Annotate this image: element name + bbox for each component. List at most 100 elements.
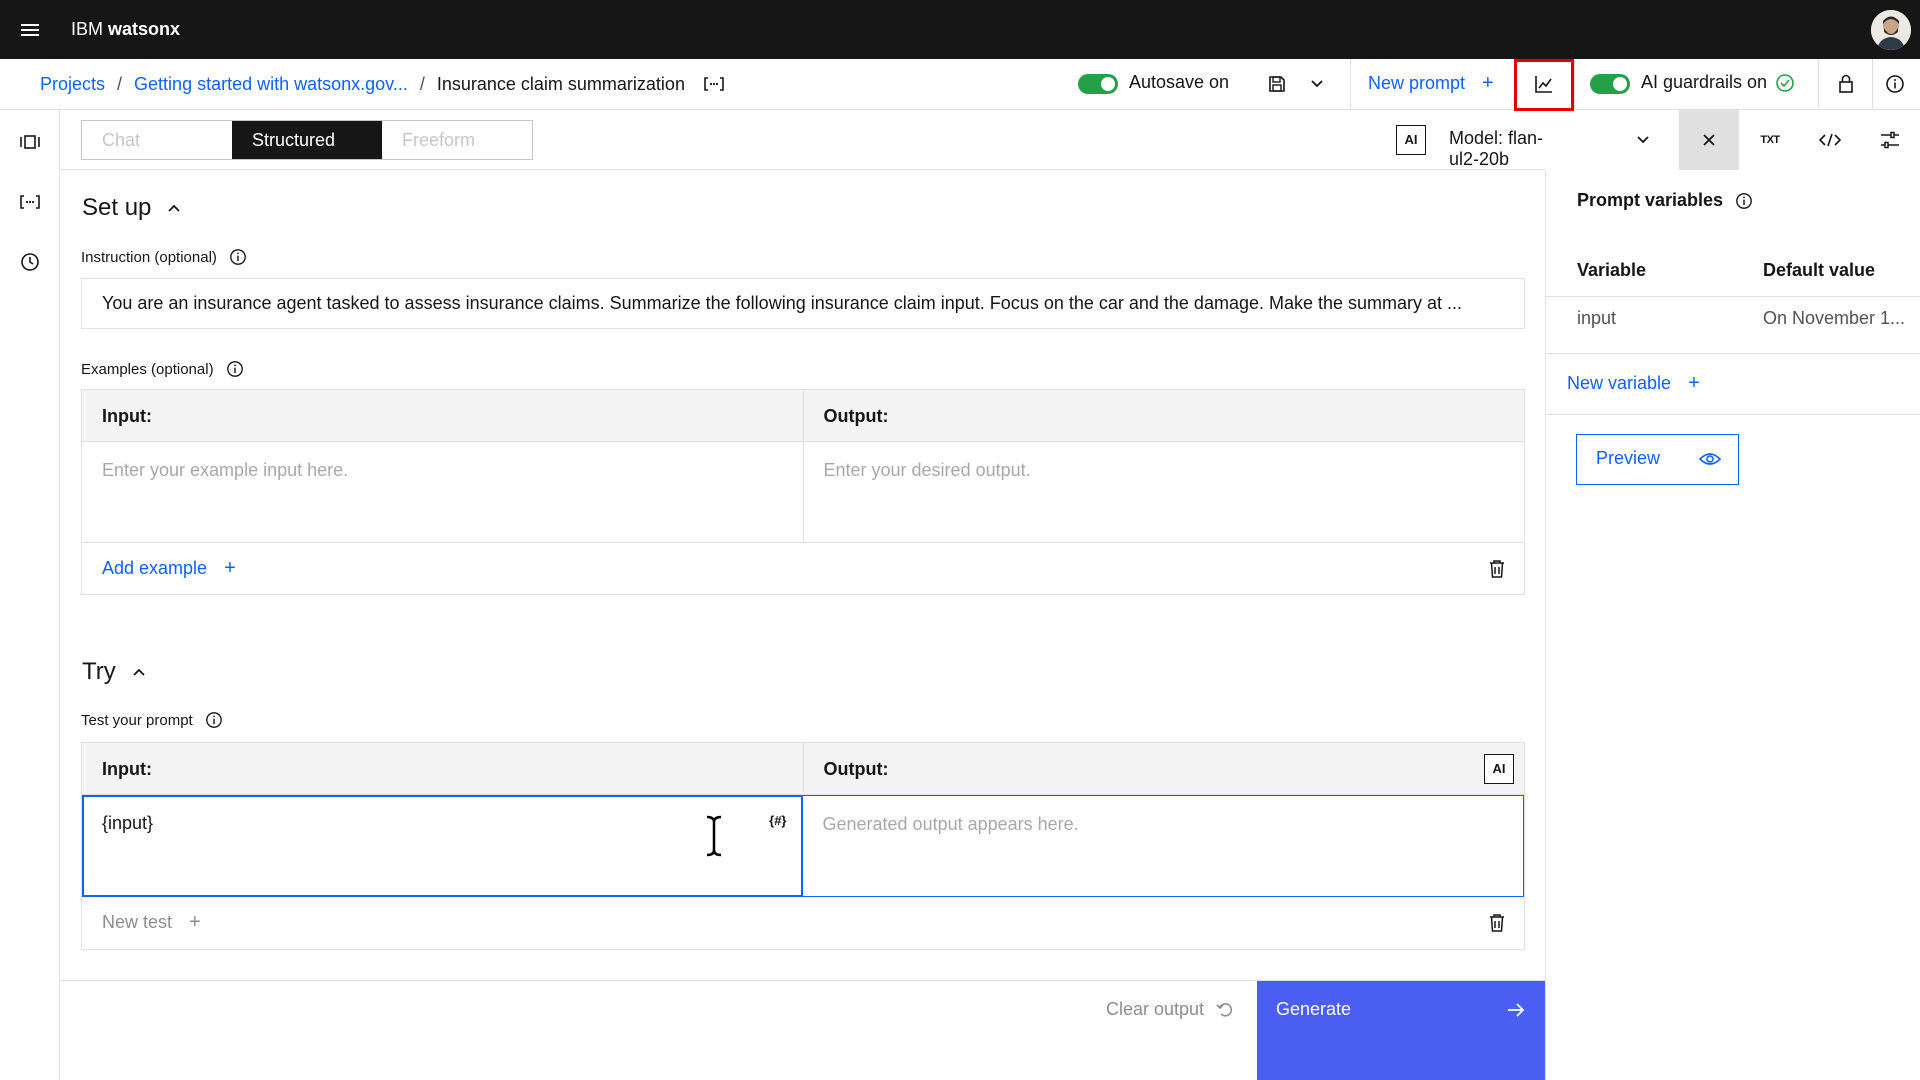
- preview-button[interactable]: Preview: [1576, 434, 1739, 485]
- new-variable-button[interactable]: New variable +: [1567, 372, 1700, 395]
- generate-button[interactable]: Generate: [1257, 981, 1545, 1080]
- view-icon: [1699, 453, 1721, 465]
- instruction-input[interactable]: You are an insurance agent tasked to ass…: [81, 278, 1525, 329]
- left-nav: [0, 110, 60, 1080]
- arrow-right-icon: [1508, 1003, 1525, 1017]
- try-row: {input} {#} Generated output appears her…: [82, 795, 1524, 897]
- panel-title: Prompt variables: [1577, 190, 1753, 211]
- checkmark-outline-icon: [1775, 73, 1795, 93]
- breadcrumb-separator: /: [419, 73, 425, 94]
- mode-bar: Chat Structured Freeform AI Model: flan-…: [60, 110, 1649, 170]
- try-footer: New test +: [82, 897, 1524, 949]
- insert-variable-icon[interactable]: {#}: [769, 813, 786, 828]
- clear-output-button[interactable]: Clear output: [1106, 999, 1234, 1020]
- example-output-field[interactable]: Enter your desired output.: [802, 442, 1525, 542]
- breadcrumb-current-prompt: Insurance claim summarization: [436, 73, 685, 94]
- plus-icon: +: [1688, 372, 1700, 394]
- try-title: Try: [82, 658, 116, 685]
- code-view-button[interactable]: [1800, 110, 1860, 170]
- lock-icon[interactable]: [1836, 72, 1856, 94]
- try-input-field[interactable]: {input} {#}: [82, 795, 803, 897]
- variable-default: On November 1...: [1763, 308, 1906, 328]
- information-icon[interactable]: [205, 711, 223, 729]
- main-editor: Set up Instruction (optional) You are an…: [60, 170, 1545, 1080]
- information-icon[interactable]: [226, 360, 244, 378]
- tab-chat[interactable]: Chat: [82, 121, 232, 159]
- model-selector[interactable]: Model: flan-ul2-20b: [1449, 128, 1545, 170]
- history-icon[interactable]: [18, 250, 42, 274]
- chevron-down-icon[interactable]: [1633, 130, 1653, 150]
- prompt-variables-panel: Prompt variables Variable Default value …: [1545, 170, 1920, 1080]
- test-prompt-label-text: Test your prompt: [81, 711, 193, 729]
- generate-label: Generate: [1276, 999, 1352, 1019]
- examples-row: Enter your example input here. Enter you…: [82, 442, 1524, 542]
- preview-label: Preview: [1596, 448, 1661, 468]
- divider: [1350, 59, 1351, 109]
- add-example-label: Add example: [102, 558, 208, 578]
- brand-name: watsonx: [108, 19, 181, 39]
- divider: [1574, 59, 1575, 109]
- brand-prefix: IBM: [71, 19, 104, 39]
- evaluate-highlight-box: [1514, 59, 1574, 111]
- examples-footer: Add example +: [82, 542, 1524, 594]
- try-section-header[interactable]: Try: [82, 658, 146, 686]
- trash-icon[interactable]: [1488, 559, 1506, 579]
- plus-icon: +: [1482, 72, 1494, 94]
- mode-switcher: Chat Structured Freeform: [81, 120, 533, 160]
- settings-adjust-icon: [1881, 131, 1899, 149]
- close-panel-button[interactable]: [1679, 110, 1739, 170]
- plus-icon: +: [224, 557, 236, 579]
- tab-structured[interactable]: Structured: [232, 121, 382, 159]
- action-footer: Clear output Generate: [60, 980, 1545, 1080]
- guardrails-toggle[interactable]: [1590, 74, 1630, 94]
- autosave-toggle[interactable]: [1078, 74, 1118, 94]
- close-icon: [1703, 134, 1715, 146]
- chevron-down-icon[interactable]: [1307, 74, 1327, 94]
- new-test-button[interactable]: New test +: [102, 897, 201, 947]
- user-avatar[interactable]: [1871, 10, 1911, 50]
- information-icon[interactable]: [1885, 74, 1905, 94]
- information-icon[interactable]: [1735, 192, 1753, 210]
- tab-freeform[interactable]: Freeform: [382, 121, 532, 159]
- txt-view-button[interactable]: TXT: [1740, 110, 1800, 170]
- variable-name: input: [1577, 308, 1617, 328]
- brand-logo[interactable]: IBM watsonx: [71, 19, 180, 40]
- ai-badge: AI: [1396, 125, 1426, 155]
- prompt-variables-icon[interactable]: [18, 190, 42, 214]
- divider: [1546, 414, 1920, 415]
- chevron-up-icon: [168, 204, 181, 212]
- breadcrumb-projects[interactable]: Projects: [40, 74, 105, 95]
- examples-label: Examples (optional): [81, 360, 244, 378]
- variable-row[interactable]: input On November 1...: [1546, 308, 1920, 354]
- chevron-up-icon: [133, 668, 145, 676]
- guardrails-switch[interactable]: [1590, 74, 1630, 94]
- hamburger-menu-icon[interactable]: [18, 18, 42, 42]
- new-prompt-label: New prompt: [1368, 73, 1466, 93]
- examples-output-header: Output:: [802, 390, 1525, 441]
- text-cursor-icon: [706, 815, 722, 857]
- reset-icon: [1216, 1002, 1233, 1017]
- breadcrumb-project-name[interactable]: Getting started with watsonx.gov...: [134, 74, 408, 95]
- autosave-switch[interactable]: [1078, 74, 1118, 94]
- setup-section-header[interactable]: Set up: [82, 194, 181, 222]
- add-example-button[interactable]: Add example +: [102, 543, 236, 593]
- trash-icon[interactable]: [1488, 913, 1506, 933]
- try-output-field[interactable]: Generated output appears here.: [802, 795, 1524, 897]
- prompt-variables-icon[interactable]: [703, 76, 725, 92]
- information-icon[interactable]: [229, 248, 247, 266]
- txt-icon: TXT: [1760, 134, 1780, 146]
- breadcrumb-separator: /: [117, 73, 123, 94]
- divider: [1872, 59, 1873, 109]
- new-variable-label: New variable: [1567, 373, 1672, 393]
- prompt-library-icon[interactable]: [18, 130, 42, 154]
- settings-button[interactable]: [1860, 110, 1920, 170]
- examples-table: Input: Output: Enter your example input …: [81, 389, 1525, 595]
- instruction-label: Instruction (optional): [81, 248, 247, 266]
- new-prompt-button[interactable]: New prompt +: [1368, 72, 1494, 95]
- instruction-label-text: Instruction (optional): [81, 248, 217, 266]
- new-test-label: New test: [102, 912, 173, 932]
- example-input-field[interactable]: Enter your example input here.: [82, 442, 803, 542]
- examples-table-header: Input: Output:: [82, 390, 1524, 442]
- col-variable: Variable: [1577, 260, 1647, 280]
- save-icon[interactable]: [1267, 74, 1287, 94]
